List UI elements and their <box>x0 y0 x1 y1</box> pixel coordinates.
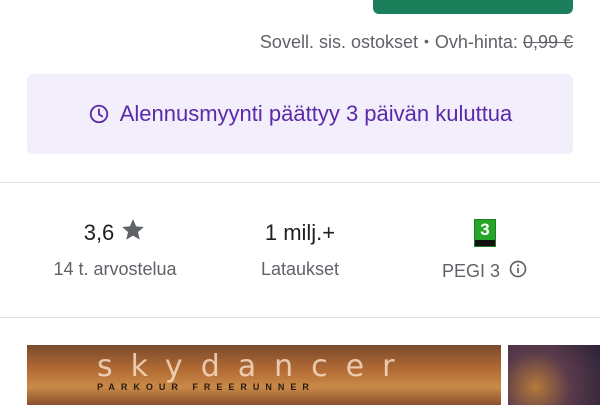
clock-icon <box>88 103 110 125</box>
divider <box>0 317 600 318</box>
sale-banner-text: Alennusmyynti päättyy 3 päivän kuluttua <box>119 101 513 126</box>
pegi-badge: 3 <box>474 219 496 247</box>
purchase-info: Sovell. sis. ostokset • Ovh-hinta: 0,99 € <box>260 32 573 53</box>
install-button[interactable] <box>373 0 573 14</box>
original-price: 0,99 € <box>522 32 573 52</box>
rating-stat[interactable]: 3,6 14 t. arvostelua <box>30 215 200 280</box>
screenshot-thumbnail[interactable]: skydancer PARKOUR FREERUNNER <box>27 345 501 405</box>
divider <box>0 182 600 183</box>
pegi-label: PEGI 3 <box>441 261 501 281</box>
screenshot-title: skydancer <box>97 349 413 384</box>
rating-value: 3,6 <box>83 220 115 245</box>
screenshot-thumbnail[interactable] <box>508 345 600 405</box>
in-app-purchases-label: Sovell. sis. ostokset <box>259 32 418 52</box>
original-price-label: Ovh-hinta: <box>434 32 518 52</box>
separator-dot: • <box>423 33 429 49</box>
screenshot-subtitle: PARKOUR FREERUNNER <box>97 382 315 392</box>
downloads-label: Lataukset <box>260 259 340 279</box>
rating-count: 14 t. arvostelua <box>53 259 177 279</box>
content-rating-stat[interactable]: 3 PEGI 3 <box>400 215 570 284</box>
downloads-stat: 1 milj.+ Lataukset <box>215 215 385 280</box>
info-icon[interactable] <box>508 259 528 284</box>
downloads-value: 1 milj.+ <box>264 220 336 245</box>
pegi-badge-number: 3 <box>480 220 490 239</box>
star-icon <box>120 217 146 249</box>
sale-banner: Alennusmyynti päättyy 3 päivän kuluttua <box>27 74 573 154</box>
